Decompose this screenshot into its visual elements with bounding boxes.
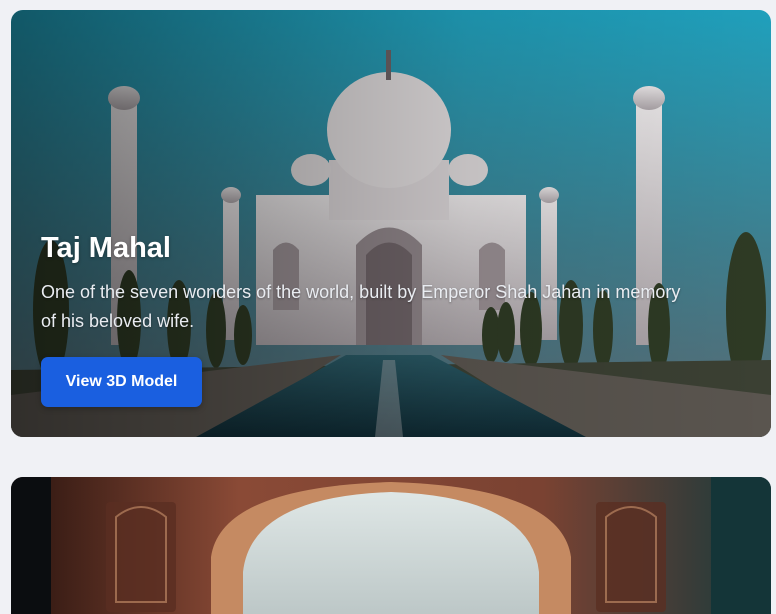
monument-card [11, 477, 771, 614]
monument-card: Taj Mahal One of the seven wonders of th… [11, 10, 771, 437]
card-text: Taj Mahal One of the seven wonders of th… [41, 228, 711, 336]
card-title: Taj Mahal [41, 232, 171, 264]
monument-feed: Taj Mahal One of the seven wonders of th… [0, 0, 776, 614]
view-3d-model-button[interactable]: View 3D Model [41, 357, 202, 407]
taj-mahal-arch-image [11, 477, 771, 614]
card-description: One of the seven wonders of the world, b… [41, 282, 681, 331]
